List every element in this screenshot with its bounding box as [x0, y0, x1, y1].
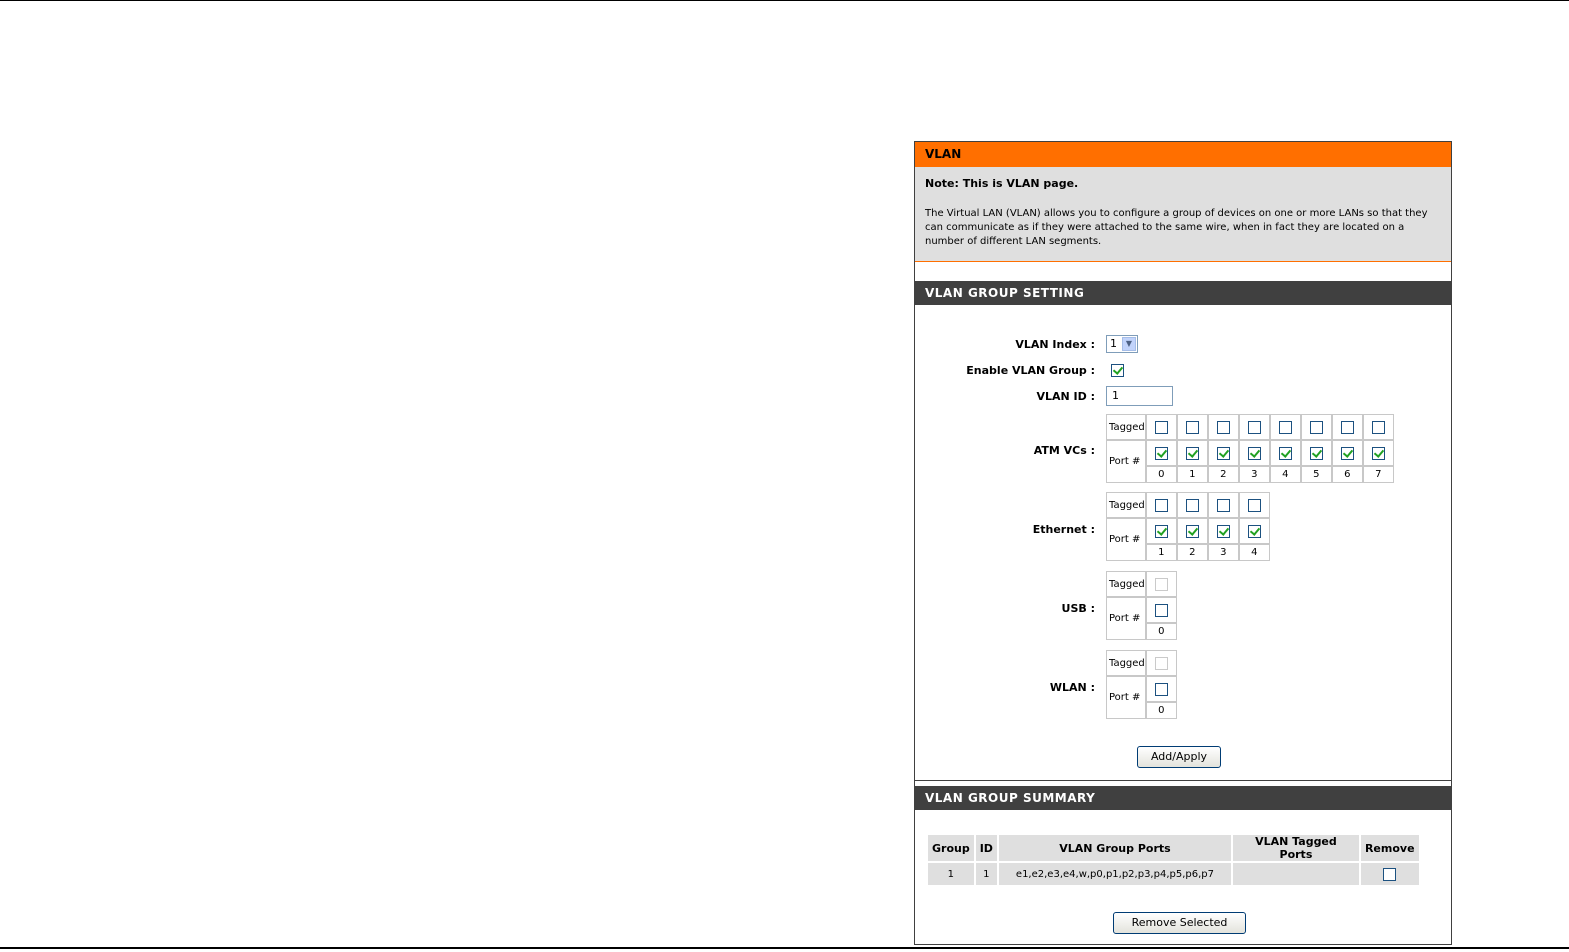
usb-port-checkbox-0[interactable]	[1154, 603, 1168, 617]
bottom-rule	[0, 947, 1569, 949]
enable-vlan-group-label: Enable VLAN Group :	[966, 364, 1095, 377]
atm-port-checkbox-4[interactable]	[1278, 446, 1292, 460]
vlan-id-label: VLAN ID :	[1036, 390, 1095, 403]
remove-selected-button[interactable]: Remove Selected	[1113, 912, 1246, 934]
tagged-row-label: Tagged	[1106, 571, 1146, 597]
wlan-port-number: 0	[1145, 702, 1177, 719]
port-row-label: Port #	[1106, 440, 1146, 483]
atm-port-number: 4	[1269, 466, 1301, 483]
atm-port-number: 5	[1300, 466, 1332, 483]
atm-tagged-checkbox-7[interactable]	[1371, 420, 1385, 434]
wlan-tagged-checkbox-0	[1154, 656, 1168, 670]
section-divider	[915, 780, 1451, 781]
vlan-note-box: Note: This is VLAN page. The Virtual LAN…	[915, 167, 1451, 262]
row-group: 1	[928, 863, 974, 885]
vlan-id-input[interactable]: 1	[1106, 386, 1173, 406]
wlan-port-checkbox-0[interactable]	[1154, 682, 1168, 696]
atm-tagged-checkbox-1[interactable]	[1185, 420, 1199, 434]
atm-vcs-label: ATM VCs :	[1033, 444, 1095, 457]
vlan-summary-table: Group ID VLAN Group Ports VLAN Tagged Po…	[926, 833, 1421, 887]
col-group: Group	[928, 835, 974, 861]
add-apply-button[interactable]: Add/Apply	[1137, 746, 1221, 768]
col-vlan-tagged-ports: VLAN Tagged Ports	[1232, 835, 1359, 861]
atm-vcs-grid: Tagged Port # 0 1 2 3 4 5 6 7	[1106, 414, 1394, 483]
usb-label: USB :	[1061, 602, 1095, 615]
atm-tagged-checkbox-6[interactable]	[1340, 420, 1354, 434]
wlan-label: WLAN :	[1049, 681, 1095, 694]
atm-port-checkbox-6[interactable]	[1340, 446, 1354, 460]
ethernet-port-checkbox-1[interactable]	[1154, 524, 1168, 538]
vlan-index-value: 1	[1110, 337, 1117, 350]
atm-port-number: 7	[1362, 466, 1394, 483]
port-row-label: Port #	[1106, 518, 1146, 561]
tagged-row-label: Tagged	[1106, 650, 1146, 676]
vlan-panel: VLAN Note: This is VLAN page. The Virtua…	[914, 141, 1452, 945]
ethernet-grid: Tagged Port # 1 2 3 4	[1106, 492, 1270, 561]
atm-port-checkbox-0[interactable]	[1154, 446, 1168, 460]
atm-port-number: 1	[1176, 466, 1208, 483]
ethernet-port-checkbox-2[interactable]	[1185, 524, 1199, 538]
col-id: ID	[975, 835, 997, 861]
ethernet-tagged-checkbox-4[interactable]	[1247, 498, 1261, 512]
ethernet-tagged-checkbox-2[interactable]	[1185, 498, 1199, 512]
atm-tagged-checkbox-5[interactable]	[1309, 420, 1323, 434]
atm-port-number: 2	[1207, 466, 1239, 483]
atm-port-checkbox-3[interactable]	[1247, 446, 1261, 460]
ethernet-port-number: 1	[1145, 544, 1177, 561]
vlan-index-select[interactable]: 1 ▼	[1106, 335, 1138, 353]
ethernet-port-checkbox-3[interactable]	[1216, 524, 1230, 538]
port-row-label: Port #	[1106, 676, 1146, 719]
port-row-label: Port #	[1106, 597, 1146, 640]
table-row: 1 1 e1,e2,e3,e4,w,p0,p1,p2,p3,p4,p5,p6,p…	[928, 863, 1419, 885]
chevron-down-icon[interactable]: ▼	[1122, 337, 1136, 351]
row-group-ports: e1,e2,e3,e4,w,p0,p1,p2,p3,p4,p5,p6,p7	[998, 863, 1231, 885]
ethernet-port-number: 3	[1207, 544, 1239, 561]
row-id: 1	[975, 863, 997, 885]
col-vlan-group-ports: VLAN Group Ports	[998, 835, 1231, 861]
atm-tagged-checkbox-4[interactable]	[1278, 420, 1292, 434]
atm-port-number: 6	[1331, 466, 1363, 483]
summary-header-row: Group ID VLAN Group Ports VLAN Tagged Po…	[928, 835, 1419, 861]
ethernet-port-number: 2	[1176, 544, 1208, 561]
top-rule	[0, 0, 1569, 1]
vlan-section-header: VLAN	[915, 142, 1451, 167]
atm-port-checkbox-1[interactable]	[1185, 446, 1199, 460]
vlan-index-label: VLAN Index :	[1015, 338, 1095, 351]
atm-port-checkbox-7[interactable]	[1371, 446, 1385, 460]
note-title: Note: This is VLAN page.	[925, 177, 1079, 190]
atm-port-checkbox-5[interactable]	[1309, 446, 1323, 460]
atm-port-checkbox-2[interactable]	[1216, 446, 1230, 460]
atm-tagged-checkbox-3[interactable]	[1247, 420, 1261, 434]
ethernet-tagged-checkbox-3[interactable]	[1216, 498, 1230, 512]
usb-grid: Tagged Port # 0	[1106, 571, 1177, 640]
atm-port-number: 3	[1238, 466, 1270, 483]
usb-tagged-checkbox-0	[1154, 577, 1168, 591]
note-text: The Virtual LAN (VLAN) allows you to con…	[925, 208, 1428, 247]
ethernet-port-number: 4	[1238, 544, 1270, 561]
remove-checkbox[interactable]	[1383, 867, 1397, 881]
group-setting-header: VLAN GROUP SETTING	[915, 281, 1451, 305]
row-tagged-ports	[1232, 863, 1359, 885]
group-summary-header: VLAN GROUP SUMMARY	[915, 786, 1451, 810]
enable-vlan-group-checkbox[interactable]	[1111, 364, 1124, 377]
atm-port-number: 0	[1145, 466, 1177, 483]
wlan-grid: Tagged Port # 0	[1106, 650, 1177, 719]
tagged-row-label: Tagged	[1106, 492, 1146, 518]
ethernet-port-checkbox-4[interactable]	[1247, 524, 1261, 538]
ethernet-label: Ethernet :	[1032, 523, 1095, 536]
col-remove: Remove	[1360, 835, 1419, 861]
atm-tagged-checkbox-2[interactable]	[1216, 420, 1230, 434]
atm-tagged-checkbox-0[interactable]	[1154, 420, 1168, 434]
tagged-row-label: Tagged	[1106, 414, 1146, 440]
ethernet-tagged-checkbox-1[interactable]	[1154, 498, 1168, 512]
usb-port-number: 0	[1145, 623, 1177, 640]
